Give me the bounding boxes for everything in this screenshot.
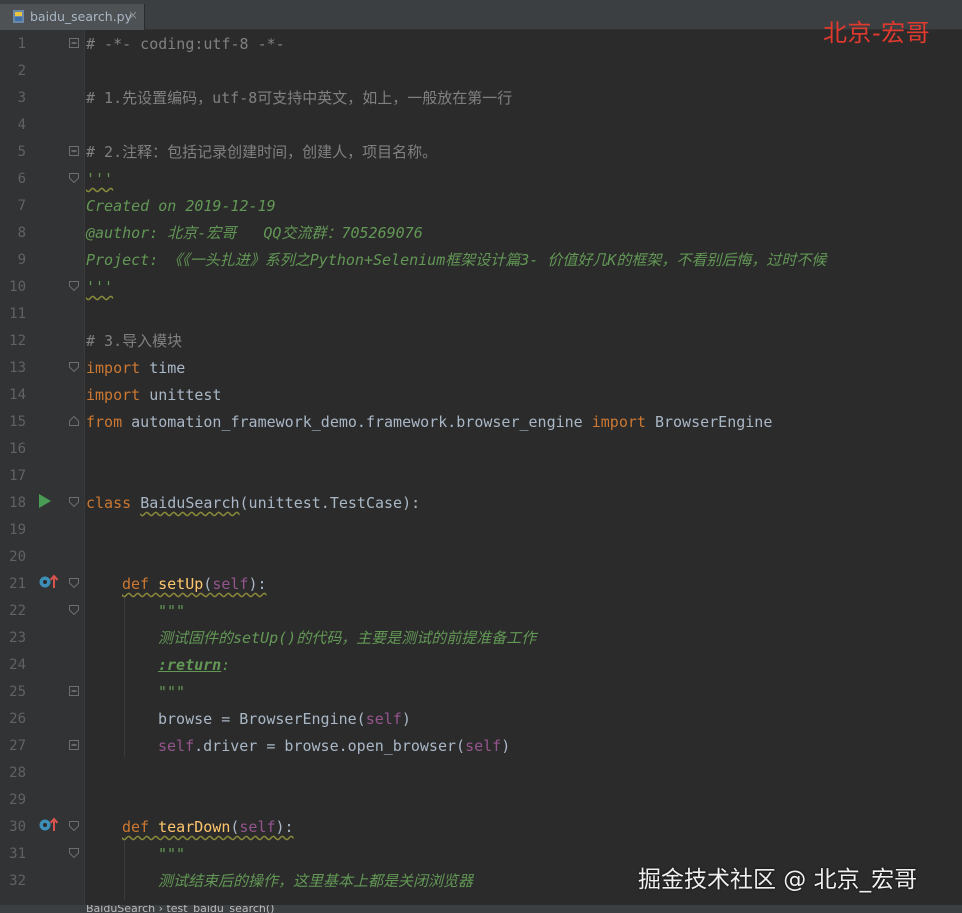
fold-icon[interactable] — [69, 821, 79, 831]
line-number: 20 — [9, 549, 26, 565]
line-number: 31 — [9, 846, 26, 862]
line-number: 28 — [9, 765, 26, 781]
line-number: 26 — [9, 711, 26, 727]
line-number: 23 — [9, 630, 26, 646]
fold-icon[interactable] — [69, 416, 79, 426]
line-number: 9 — [17, 252, 26, 268]
line-number: 7 — [17, 198, 26, 214]
line-number: 19 — [9, 522, 26, 538]
code-line-10: ''' — [86, 278, 114, 296]
code-line-9: Project: 《《一头扎进》系列之Python+Selenium框架设计篇3… — [86, 251, 827, 269]
code-line-32: 测试结束后的操作，这里基本上都是关闭浏览器 — [158, 872, 474, 890]
close-icon[interactable]: × — [128, 8, 138, 22]
line-number: 8 — [17, 225, 26, 241]
code-line-6: ''' — [86, 170, 114, 188]
code-line-3: # 1.先设置编码，utf-8可支持中英文，如上，一般放在第一行 — [86, 89, 513, 107]
line-number: 22 — [9, 603, 26, 619]
line-number: 11 — [9, 306, 26, 322]
code-line-22: """ — [158, 602, 186, 620]
breadcrumb[interactable]: BaiduSearch › test_baidu_search() — [0, 905, 962, 913]
code-line-8: @author: 北京-宏哥 QQ交流群：705269076 — [86, 224, 423, 242]
tab-label: baidu_search.py — [30, 9, 133, 24]
line-number: 6 — [17, 171, 26, 187]
line-number: 10 — [9, 279, 26, 295]
line-number: 3 — [17, 90, 26, 106]
line-number: 14 — [9, 387, 26, 403]
fold-icon[interactable] — [69, 605, 79, 615]
line-number: 2 — [17, 63, 26, 79]
line-number: 12 — [9, 333, 26, 349]
line-number: 18 — [9, 495, 26, 511]
code-line-23: 测试固件的setUp()的代码，主要是测试的前提准备工作 — [158, 629, 537, 647]
tab-baidu-search[interactable]: baidu_search.py × — [0, 4, 145, 30]
fold-icon[interactable] — [69, 497, 79, 507]
line-number: 1 — [17, 36, 26, 52]
code-line-18: class BaiduSearch(unittest.TestCase): — [86, 494, 421, 512]
python-file-icon — [13, 10, 24, 23]
code-line-13: import time — [86, 359, 186, 377]
override-method-icon[interactable] — [38, 817, 58, 833]
code-line-21: def setUp(self): — [122, 575, 267, 593]
indent-guide — [124, 840, 125, 900]
breadcrumb-text: BaiduSearch › test_baidu_search() — [86, 905, 275, 913]
line-number: 29 — [9, 792, 26, 808]
code-line-15: from automation_framework_demo.framework… — [86, 413, 773, 431]
line-number: 27 — [9, 738, 26, 754]
code-line-31: """ — [158, 845, 186, 863]
code-line-30: def tearDown(self): — [122, 818, 294, 836]
fold-icon[interactable] — [69, 578, 79, 588]
line-number: 15 — [9, 414, 26, 430]
code-line-25: """ — [158, 683, 186, 701]
code-line-27: self.driver = browse.open_browser(self) — [158, 737, 511, 755]
fold-icon[interactable] — [69, 848, 79, 858]
override-method-icon[interactable] — [38, 574, 58, 590]
fold-icon[interactable] — [69, 740, 79, 750]
watermark-community: 掘金技术社区 @ 北京_宏哥 — [638, 867, 918, 893]
code-line-12: # 3.导入模块 — [86, 332, 183, 350]
fold-icon[interactable] — [69, 38, 79, 48]
fold-icon[interactable] — [69, 281, 79, 291]
editor-tab-bar: baidu_search.py × — [0, 0, 962, 30]
fold-icon[interactable] — [69, 173, 79, 183]
line-number: 24 — [9, 657, 26, 673]
gutter-divider — [84, 30, 85, 905]
code-line-5: # 2.注释：包括记录创建时间，创建人，项目名称。 — [86, 143, 438, 161]
line-number: 25 — [9, 684, 26, 700]
code-line-14: import unittest — [86, 386, 222, 404]
line-number: 4 — [17, 117, 26, 133]
indent-guide — [124, 597, 125, 757]
fold-icon[interactable] — [69, 146, 79, 156]
line-number: 16 — [9, 441, 26, 457]
line-number: 17 — [9, 468, 26, 484]
run-arrow-icon[interactable] — [39, 494, 51, 508]
watermark-author: 北京-宏哥 — [823, 19, 931, 47]
line-number: 30 — [9, 819, 26, 835]
code-line-26: browse = BrowserEngine(self) — [158, 710, 411, 728]
code-line-24: :return: — [158, 656, 231, 674]
line-number: 21 — [9, 576, 26, 592]
code-line-7: Created on 2019-12-19 — [86, 197, 276, 215]
line-number: 5 — [17, 144, 26, 160]
fold-icon[interactable] — [69, 362, 79, 372]
line-number: 32 — [9, 873, 26, 889]
fold-icon[interactable] — [69, 686, 79, 696]
code-line-1: # -*- coding:utf-8 -*- — [86, 35, 285, 53]
line-number: 13 — [9, 360, 26, 376]
